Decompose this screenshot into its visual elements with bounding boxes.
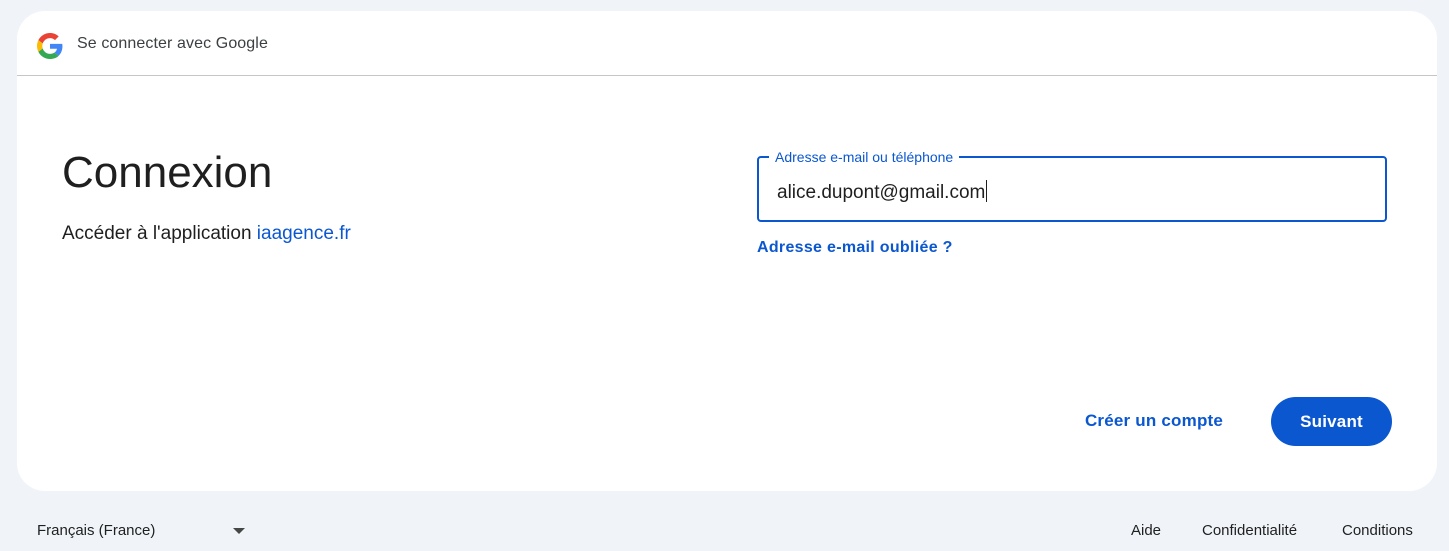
next-button[interactable]: Suivant <box>1271 397 1392 446</box>
google-logo-icon <box>37 33 63 59</box>
footer: Français (France) Aide Confidentialité C… <box>0 505 1449 551</box>
email-input-value: alice.dupont@gmail.com <box>777 182 986 203</box>
card-header: Se connecter avec Google <box>17 11 1437 76</box>
subtitle: Accéder à l'application iaagence.fr <box>62 223 351 245</box>
signin-card: Se connecter avec Google Connexion Accéd… <box>17 11 1437 491</box>
header-title: Se connecter avec Google <box>77 35 268 52</box>
create-account-button[interactable]: Créer un compte <box>1064 397 1244 445</box>
subtitle-text: Accéder à l'application <box>62 223 257 244</box>
language-selector[interactable]: Français (France) <box>37 522 155 539</box>
footer-link-help[interactable]: Aide <box>1131 522 1161 539</box>
email-input[interactable]: alice.dupont@gmail.com <box>777 180 988 205</box>
footer-link-privacy[interactable]: Confidentialité <box>1202 522 1297 539</box>
app-link[interactable]: iaagence.fr <box>257 223 351 244</box>
email-field-label: Adresse e-mail ou téléphone <box>769 148 960 166</box>
forgot-email-link[interactable]: Adresse e-mail oubliée ? <box>757 239 953 257</box>
footer-link-terms[interactable]: Conditions <box>1342 522 1413 539</box>
text-caret <box>986 180 988 202</box>
page-title: Connexion <box>62 148 273 197</box>
email-field[interactable]: Adresse e-mail ou téléphone alice.dupont… <box>757 148 1387 222</box>
chevron-down-icon[interactable] <box>233 528 245 534</box>
